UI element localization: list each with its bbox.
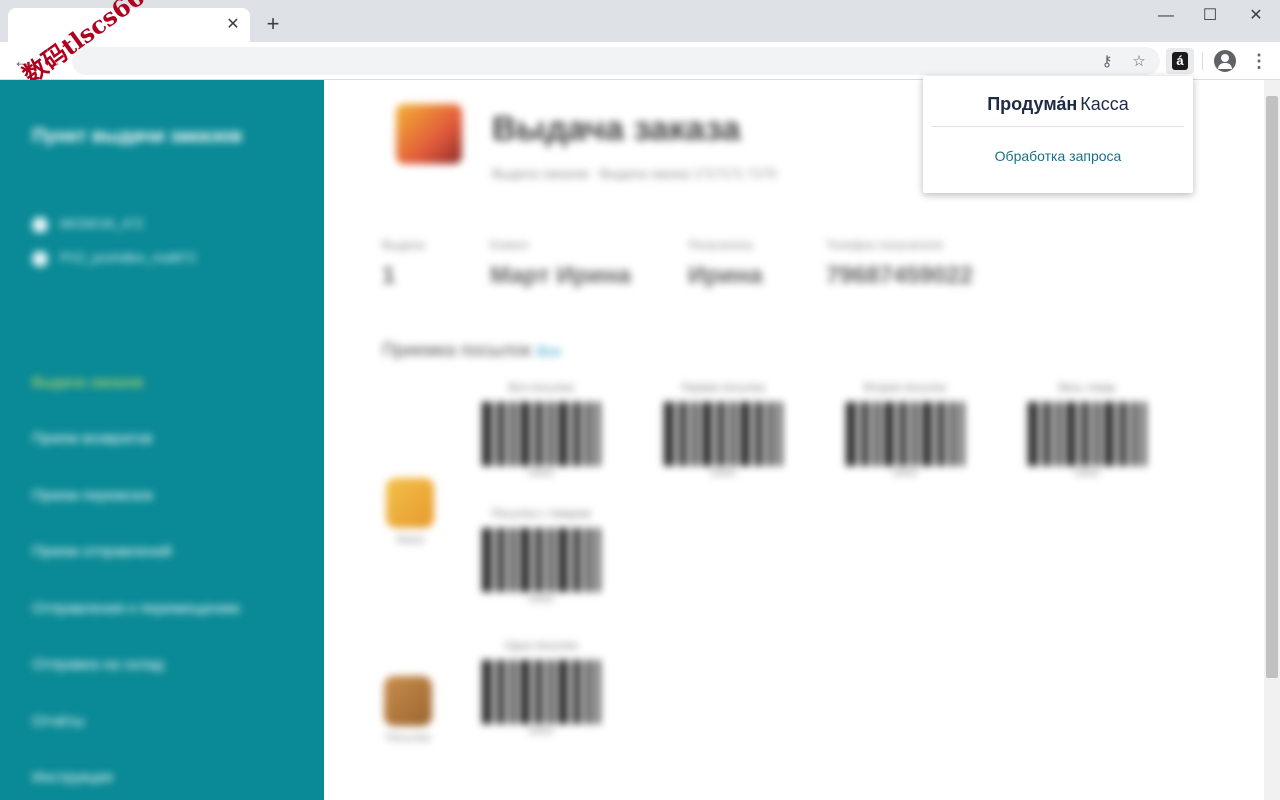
info-value: Ирина — [688, 262, 763, 289]
browser-toolbar: ← → ⚷ ☆ á ⋮ — [0, 42, 1280, 80]
prod―man-extension-icon: á — [1172, 52, 1188, 70]
barcode-label: Первая посылка — [680, 382, 766, 394]
new-tab-button[interactable]: + — [262, 13, 284, 35]
sidebar-store: MOSKVA_472 — [32, 216, 144, 233]
sidebar-title: Пункт выдачи заказов — [32, 126, 243, 147]
barcode-card[interactable]: Вся посылка 00000 — [466, 382, 616, 492]
info-issue: Выдача 1 — [382, 238, 425, 290]
sidebar-item-instructions[interactable]: Инструкция — [32, 769, 113, 786]
barcode-image — [846, 402, 964, 466]
barcode-card[interactable]: Весь товар 00000 — [1012, 382, 1162, 492]
info-phone: Телефон получателя 79687459022 — [826, 238, 973, 290]
section-link[interactable]: Все — [537, 343, 561, 359]
barcode-label: Посылка с товаром — [491, 508, 591, 520]
sidebar-item-shipments[interactable]: Прием отправлений — [32, 543, 172, 560]
store-icon — [32, 216, 48, 233]
barcode-image — [482, 402, 600, 466]
barcode-card[interactable]: Вторая посылка 00000 — [830, 382, 980, 492]
sidebar-item-returns[interactable]: Прием возвратов — [32, 430, 153, 447]
barcode-code: 00000 — [528, 594, 554, 604]
extension-button[interactable]: á — [1166, 48, 1194, 74]
tab-strip: ✕ + — ☐ ✕ — [0, 0, 1280, 42]
page-title: Выдача заказа — [492, 110, 741, 148]
barcode-label: Весь товар — [1058, 382, 1116, 394]
barcode-code: 00000 — [528, 726, 554, 736]
info-recipient: Получатель Ирина — [688, 238, 763, 290]
location-icon — [32, 250, 48, 267]
extension-popup: Продума́н Касса Обработка запроса — [923, 76, 1193, 193]
info-value: 79687459022 — [826, 262, 973, 289]
info-label: Выдача — [382, 238, 425, 252]
info-label: Клиент — [490, 238, 530, 252]
sidebar-point[interactable]: PVZ_pozhdtes_mat872 — [32, 250, 196, 267]
order-image — [396, 104, 462, 164]
info-value: Март Ирина — [490, 262, 631, 289]
key-icon[interactable]: ⚷ — [1098, 53, 1116, 71]
scrollbar-thumb[interactable] — [1266, 96, 1278, 678]
group-label: Заказ — [395, 534, 425, 546]
sidebar-item-transfers[interactable]: Прием перевозок — [32, 487, 153, 504]
barcode-image — [1028, 402, 1146, 466]
window-close-button[interactable]: ✕ — [1242, 6, 1270, 26]
barcode-label: Одна посылка — [504, 640, 578, 652]
star-icon[interactable]: ☆ — [1130, 53, 1148, 71]
popup-status: Обработка запроса — [994, 148, 1122, 164]
sidebar: Пункт выдачи заказов MOSKVA_472 PVZ_pozh… — [0, 80, 324, 800]
sidebar-item-issue-orders[interactable]: Выдача заказов — [32, 374, 143, 391]
address-bar[interactable]: ⚷ ☆ — [72, 47, 1160, 75]
barcode-code: 00000 — [528, 468, 554, 478]
barcode-image — [482, 660, 600, 724]
barcode-card[interactable]: Первая посылка 00000 — [648, 382, 798, 492]
browser-menu-icon[interactable]: ⋮ — [1250, 50, 1268, 72]
section-title-text: Приемка посылок — [382, 340, 531, 360]
barcode-label: Вся посылка — [508, 382, 574, 394]
barcode-code: 00000 — [892, 468, 918, 478]
tab-close-icon[interactable]: ✕ — [224, 16, 242, 34]
sidebar-item-send-warehouse[interactable]: Отправка на склад — [32, 656, 164, 673]
brand-name-bold: Продума́н — [987, 94, 1078, 114]
barcode-code: 00000 — [710, 468, 736, 478]
group-label: Посылка — [385, 732, 431, 744]
barcode-code: 00000 — [1074, 468, 1100, 478]
info-client: Клиент Март Ирина — [490, 238, 631, 290]
maximize-button[interactable]: ☐ — [1196, 6, 1224, 26]
barcode-card[interactable]: Посылка с товаром 00000 — [466, 508, 616, 618]
barcode-image — [482, 528, 600, 592]
barcode-card[interactable]: Одна посылка 00000 — [466, 640, 616, 750]
profile-icon[interactable] — [1214, 50, 1236, 72]
brand-name-regular: Касса — [1080, 94, 1129, 114]
breadcrumb: Выдача заказов · Выдача заказа 1717171 7… — [492, 166, 777, 181]
sidebar-item-reports[interactable]: Отчёты — [32, 713, 84, 730]
minimize-button[interactable]: — — [1152, 6, 1180, 26]
toolbar-divider — [1202, 52, 1203, 70]
store-label: MOSKVA_472 — [60, 216, 144, 231]
barcode-image — [664, 402, 782, 466]
parcel-box-icon — [384, 676, 432, 726]
sidebar-item-to-move[interactable]: Отправления к перемещению — [32, 600, 240, 617]
point-label: PVZ_pozhdtes_mat872 — [60, 250, 196, 265]
popup-logo: Продума́н Касса — [923, 94, 1193, 115]
info-label: Получатель — [688, 238, 754, 252]
info-value: 1 — [382, 262, 396, 289]
popup-divider — [932, 126, 1184, 127]
section-title: Приемка посылок Все — [382, 340, 561, 361]
info-label: Телефон получателя — [826, 238, 943, 252]
barcode-label: Вторая посылка — [863, 382, 947, 394]
order-bag-icon — [386, 478, 434, 528]
